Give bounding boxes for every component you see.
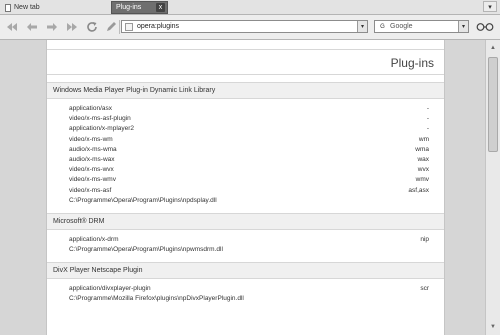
mime-row: video/x-ms-asf-plugin - bbox=[47, 114, 444, 124]
mime-row: audio/x-ms-wax wax bbox=[47, 155, 444, 165]
mime-type: audio/x-ms-wma bbox=[69, 145, 117, 153]
address-bar[interactable]: opera:plugins ▾ bbox=[121, 20, 368, 33]
chevron-down-icon: ▾ bbox=[488, 3, 492, 11]
mime-row: application/divxplayer-plugin scr bbox=[47, 284, 444, 294]
mime-type: video/x-ms-wm bbox=[69, 135, 113, 143]
chevron-down-icon[interactable]: ▾ bbox=[357, 21, 367, 32]
page-header-strip bbox=[47, 40, 444, 50]
mime-extension: wax bbox=[417, 155, 429, 163]
tab-plugins[interactable]: Plug-ins x bbox=[111, 1, 168, 14]
page-icon bbox=[5, 3, 11, 12]
page-viewport: Plug-ins Windows Media Player Plug-in Dy… bbox=[0, 40, 485, 335]
scroll-up-icon[interactable]: ▲ bbox=[488, 43, 498, 53]
scrollbar-thumb[interactable] bbox=[488, 57, 498, 152]
address-text[interactable]: opera:plugins bbox=[137, 23, 179, 30]
mime-row: application/x-mplayer2 - bbox=[47, 124, 444, 134]
tab-label: New tab bbox=[14, 4, 40, 11]
mime-type: application/divxplayer-plugin bbox=[69, 285, 151, 293]
reload-icon[interactable] bbox=[84, 19, 100, 35]
tab-bar: New tab Plug-ins x ▾ bbox=[0, 0, 500, 15]
back-icon[interactable] bbox=[24, 19, 40, 35]
mime-extension: wm bbox=[418, 135, 429, 143]
chevron-down-icon[interactable]: ▾ bbox=[458, 21, 468, 32]
mime-row: video/x-ms-asf asf,asx bbox=[47, 186, 444, 196]
mime-row: video/x-ms-wm wm bbox=[47, 135, 444, 145]
plugin-section-title: Microsoft® DRM bbox=[47, 212, 444, 230]
mime-row: video/x-ms-wmv wmv bbox=[47, 175, 444, 185]
mime-extension: - bbox=[426, 125, 429, 133]
tab-menu-button[interactable]: ▾ bbox=[483, 1, 497, 12]
plugin-section-title: DivX Player Netscape Plugin bbox=[47, 262, 444, 280]
mime-extension: nip bbox=[420, 235, 429, 243]
page-icon bbox=[125, 22, 133, 31]
search-field[interactable]: G Google ▾ bbox=[374, 20, 469, 33]
tab-label: Plug-ins bbox=[116, 4, 142, 11]
navigation-toolbar: opera:plugins ▾ G Google ▾ bbox=[0, 15, 500, 40]
close-icon[interactable]: x bbox=[156, 3, 165, 12]
mime-type: video/x-ms-wvx bbox=[69, 166, 114, 174]
plugin-mime-list: application/divxplayer-plugin scr C:\Prog… bbox=[47, 279, 444, 304]
plugin-path: C:\Programme\Mozilla Firefox\plugins\npD… bbox=[69, 295, 244, 303]
vertical-scrollbar[interactable]: ▲ ▼ bbox=[485, 40, 500, 335]
plugin-mime-list: application/asx - video/x-ms-asf-plugin - … bbox=[47, 99, 444, 206]
mime-row: video/x-ms-wvx wvx bbox=[47, 165, 444, 175]
mime-extension: scr bbox=[420, 285, 429, 293]
mime-type: application/asx bbox=[69, 105, 112, 112]
mime-extension: wmv bbox=[415, 176, 429, 184]
glasses-icon[interactable] bbox=[475, 20, 495, 34]
plugins-page: Plug-ins Windows Media Player Plug-in Dy… bbox=[46, 40, 445, 335]
toolbar-separator bbox=[119, 20, 120, 34]
scroll-down-icon[interactable]: ▼ bbox=[488, 322, 498, 332]
page-title: Plug-ins bbox=[47, 50, 444, 75]
mime-row: audio/x-ms-wma wma bbox=[47, 145, 444, 155]
plugin-mime-list: application/x-drm nip C:\Programme\Opera\… bbox=[47, 230, 444, 255]
fast-forward-icon[interactable] bbox=[64, 19, 80, 35]
mime-extension: - bbox=[426, 105, 429, 112]
mime-type: video/x-ms-asf bbox=[69, 186, 112, 194]
mime-extension: asf,asx bbox=[408, 186, 429, 194]
rewind-icon[interactable] bbox=[4, 19, 20, 35]
mime-type: video/x-ms-asf-plugin bbox=[69, 115, 131, 123]
plugin-path: C:\Programme\Opera\Program\Plugins\npdsp… bbox=[69, 196, 217, 204]
search-input[interactable]: Google bbox=[390, 23, 413, 30]
mime-extension: - bbox=[426, 115, 429, 123]
plugin-path: C:\Programme\Opera\Program\Plugins\npwms… bbox=[69, 246, 223, 254]
edit-icon[interactable] bbox=[103, 19, 119, 35]
tab-new[interactable]: New tab bbox=[3, 1, 55, 14]
plugin-section-title: Windows Media Player Plug-in Dynamic Lin… bbox=[47, 82, 444, 99]
mime-type: application/x-drm bbox=[69, 235, 119, 243]
mime-type: audio/x-ms-wax bbox=[69, 155, 115, 163]
mime-extension: wma bbox=[415, 145, 429, 153]
search-engine-icon[interactable]: G bbox=[375, 24, 390, 30]
mime-row: application/asx - bbox=[47, 104, 444, 114]
mime-extension: wvx bbox=[417, 166, 429, 174]
mime-row: application/x-drm nip bbox=[47, 235, 444, 245]
forward-icon[interactable] bbox=[44, 19, 60, 35]
mime-type: application/x-mplayer2 bbox=[69, 125, 135, 133]
mime-type: video/x-ms-wmv bbox=[69, 176, 116, 184]
